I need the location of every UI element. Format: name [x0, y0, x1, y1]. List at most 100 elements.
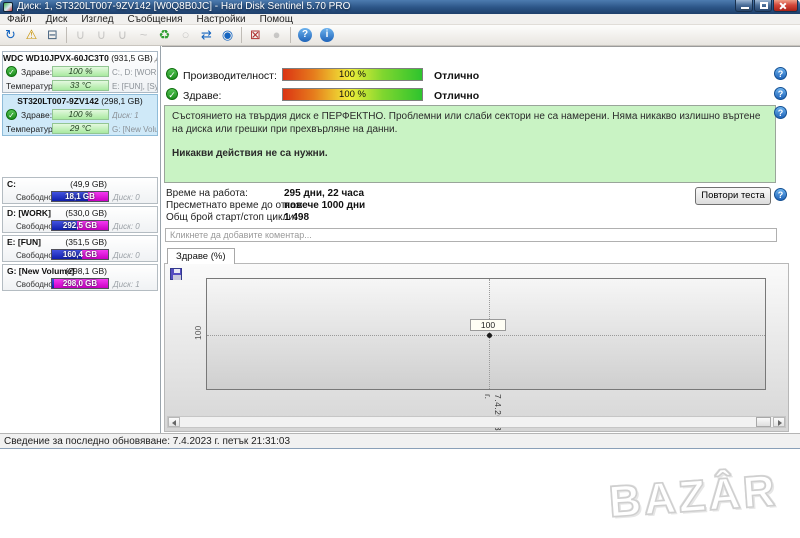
minimize-button[interactable] — [735, 0, 753, 12]
performance-help-icon[interactable]: ? — [774, 67, 787, 80]
drive-volumes: E: [FUN], [Sy — [112, 82, 158, 91]
power-on-time-label: Време на работа: — [166, 188, 248, 199]
partition-name: D: [WORK] — [7, 208, 51, 218]
bazar-watermark: BAZÂR — [607, 466, 779, 528]
seek-test-icon[interactable]: ~ — [133, 26, 154, 44]
free-space-bar: 292,5 GB — [51, 220, 109, 231]
drive-volumes: C:, D: [WORK] — [112, 68, 158, 77]
disk-list-sidebar: WDC WD10JPVX-60JC3T0 (931,5 GB) Диск ✓ З… — [0, 46, 161, 433]
help-icon[interactable]: ? — [298, 28, 312, 42]
scroll-left-arrow-icon[interactable] — [168, 417, 180, 427]
estimated-lifetime-value: повече 1000 дни — [284, 200, 365, 211]
minimize-icon — [741, 7, 749, 9]
partition-name: E: [FUN] — [7, 237, 41, 247]
drive-item-wdc[interactable]: WDC WD10JPVX-60JC3T0 (931,5 GB) Диск ✓ З… — [2, 51, 158, 93]
health-help-icon[interactable]: ? — [774, 87, 787, 100]
partition-name: G: [New Volume] — [7, 266, 74, 276]
maximize-icon — [760, 2, 768, 9]
info-icon[interactable]: i — [320, 28, 334, 42]
health-rating: Отлично — [434, 90, 479, 102]
power-saving-icon[interactable]: ♻ — [154, 26, 175, 44]
status-help-icon[interactable]: ? — [774, 106, 787, 119]
acoustic-3-icon[interactable]: ∪ — [112, 26, 133, 44]
partition-disk-number: Диск: 0 — [113, 222, 140, 231]
menu-bar: Файл Диск Изглед Съобщения Настройки Пом… — [0, 14, 800, 25]
partition-item-d[interactable]: D: [WORK] (530,0 GB) Свободно 292,5 GB Д… — [2, 206, 158, 233]
sleep-monitor-icon[interactable]: ⊠ — [245, 26, 266, 44]
drive-model: WDC WD10JPVX-60JC3T0 — [3, 53, 109, 63]
floppy-icon — [174, 269, 180, 273]
maximize-button[interactable] — [754, 0, 772, 12]
partition-item-g[interactable]: G: [New Volume] (298,1 GB) Свободно 298,… — [2, 264, 158, 291]
health-bar: 100 % — [282, 88, 423, 101]
sync-icon[interactable]: ⇄ — [196, 26, 217, 44]
comment-input[interactable] — [165, 228, 777, 242]
performance-ok-icon: ✓ — [166, 68, 178, 80]
network-icon[interactable]: ◉ — [217, 26, 238, 44]
retest-help-icon[interactable]: ? — [774, 188, 787, 201]
partition-size: (351,5 GB) — [65, 237, 107, 247]
menu-view[interactable]: Изглед — [74, 14, 120, 25]
status-text: Състоянието на твърдия диск е ПЕРФЕКТНО.… — [172, 110, 768, 136]
surface-monitor-icon[interactable]: ⊟ — [42, 26, 63, 44]
refresh-icon[interactable]: ↻ — [0, 26, 21, 44]
drive-volumes: G: [New Volu — [112, 125, 158, 134]
performance-label: Производителност: — [183, 70, 277, 82]
partition-item-e[interactable]: E: [FUN] (351,5 GB) Свободно 160,4 GB Ди… — [2, 235, 158, 262]
partition-item-c[interactable]: C: (49,9 GB) Свободно 18,1 GB Диск: 0 — [2, 177, 158, 204]
disk-test-warning-icon[interactable]: ⚠ — [21, 26, 42, 44]
status-bar: Сведение за последно обновяване: 7.4.202… — [0, 433, 800, 449]
acoustic-2-icon[interactable]: ∪ — [91, 26, 112, 44]
free-space-bar: 160,4 GB — [51, 249, 109, 260]
toolbar: ↻ ⚠ ⊟ ∪ ∪ ∪ ~ ♻ ○ ⇄ ◉ ⊠ ● ? i — [0, 25, 800, 46]
chart-scrollbar[interactable] — [167, 416, 786, 428]
chart-point-label: 100 — [470, 319, 506, 331]
drive-item-seagate-selected[interactable]: ST320LT007-9ZV142 (298,1 GB) ✓ Здраве: 1… — [2, 94, 158, 136]
start-stop-count-value: 1 498 — [284, 212, 309, 223]
free-label: Свободно — [16, 251, 53, 260]
scroll-right-arrow-icon[interactable] — [773, 417, 785, 427]
close-button[interactable] — [773, 0, 798, 12]
partition-disk-number: Диск: 0 — [113, 193, 140, 202]
drive-disk-number: Диск: 1 — [112, 111, 158, 120]
disk-status-textbox: Състоянието на твърдия диск е ПЕРФЕКТНО.… — [164, 105, 776, 183]
free-space-bar: 18,1 GB — [51, 191, 109, 202]
save-chart-button[interactable] — [170, 268, 182, 280]
drive-disk-number: Диск — [155, 53, 157, 63]
drive-size: (931,5 GB) — [111, 53, 153, 63]
free-label: Свободно — [16, 222, 53, 231]
menu-help[interactable]: Помощ — [253, 14, 300, 25]
clock-icon[interactable]: ○ — [175, 26, 196, 44]
partition-disk-number: Диск: 0 — [113, 251, 140, 260]
menu-disk[interactable]: Диск — [39, 14, 75, 25]
health-bar: 100 % — [52, 66, 109, 77]
health-label: Здраве: — [183, 90, 221, 102]
menu-settings[interactable]: Настройки — [190, 14, 253, 25]
menu-file[interactable]: Файл — [0, 14, 39, 25]
chart-data-point — [487, 333, 492, 338]
acoustic-1-icon[interactable]: ∪ — [70, 26, 91, 44]
chart-y-tick: 100 — [193, 322, 203, 340]
app-icon — [3, 2, 13, 12]
tab-health-chart[interactable]: Здраве (%) — [167, 248, 235, 264]
health-ok-icon: ✓ — [6, 66, 17, 77]
menu-messages[interactable]: Съобщения — [121, 14, 190, 25]
chart-plot-area: 100 — [206, 278, 766, 390]
health-ok-icon: ✓ — [166, 88, 178, 100]
toolbar-separator — [290, 27, 291, 43]
window-title: Диск: 1, ST320LT007-9ZV142 [W0Q8B0JC] - … — [17, 1, 350, 12]
health-label: Здраве: — [21, 67, 52, 77]
retest-button[interactable]: Повтори теста — [695, 187, 771, 205]
estimated-lifetime-label: Пресметнато време до отказ: — [166, 200, 303, 211]
free-label: Свободно — [16, 193, 53, 202]
free-label: Свободно — [16, 280, 53, 289]
status-orb-icon[interactable]: ● — [266, 26, 287, 44]
partition-size: (530,0 GB) — [65, 208, 107, 218]
scrollbar-thumb[interactable] — [756, 417, 771, 427]
partition-size: (49,9 GB) — [70, 179, 107, 189]
drive-size: (298,1 GB) — [101, 96, 143, 106]
action-text: Никакви действия не са нужни. — [172, 147, 768, 160]
health-label: Здраве: — [21, 110, 52, 120]
drive-model: ST320LT007-9ZV142 — [17, 96, 99, 106]
overview-pane: ✓ Производителност: 100 % Отлично ? ✓ Зд… — [162, 46, 800, 433]
